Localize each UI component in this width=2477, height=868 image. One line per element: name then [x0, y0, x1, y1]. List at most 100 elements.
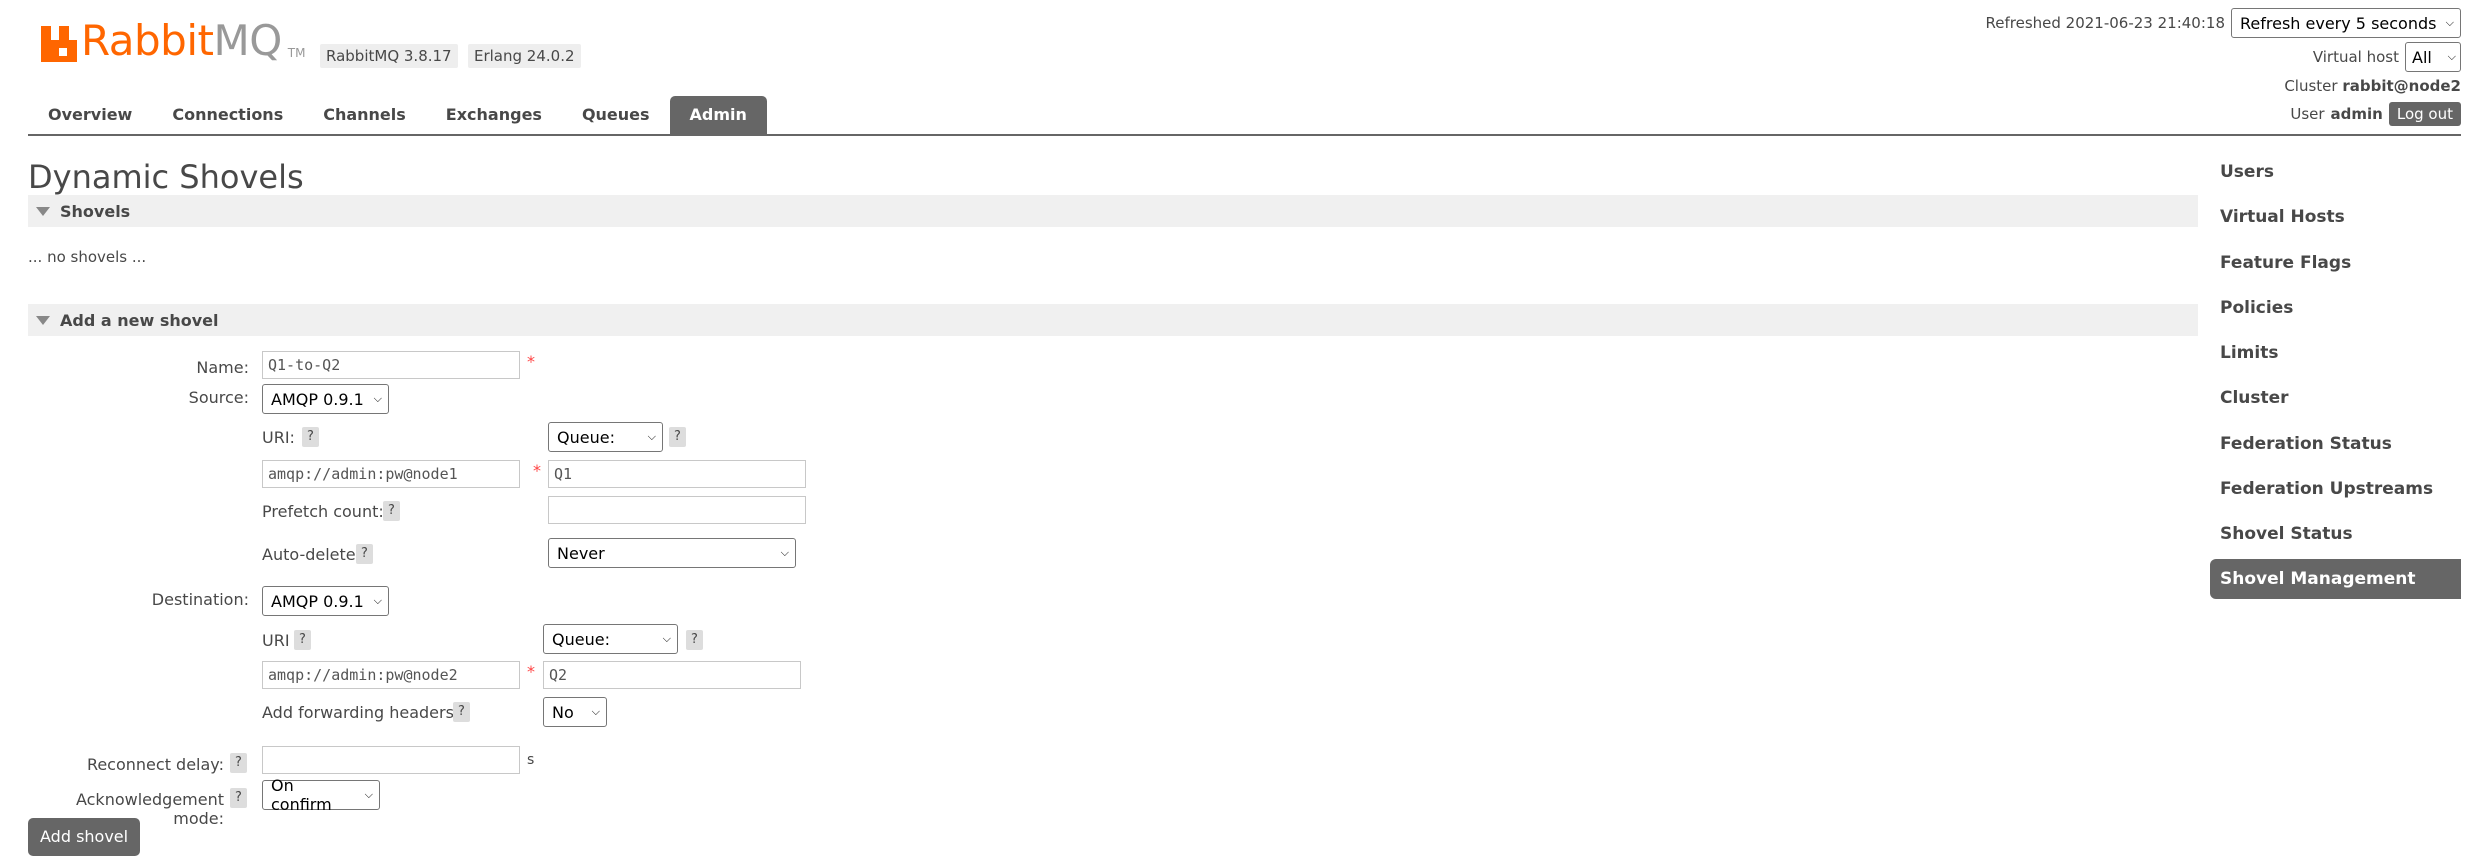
forwarding-headers-label: Add forwarding headers: [262, 703, 460, 722]
tab-queues[interactable]: Queues [562, 96, 670, 134]
logo-wordmark-mq: MQ [213, 16, 282, 65]
rabbitmq-logo-icon [41, 26, 77, 62]
shovels-section-header[interactable]: Shovels [28, 195, 2198, 227]
sidebar-item-cluster[interactable]: Cluster [2210, 378, 2461, 418]
admin-sidebar: Users Virtual Hosts Feature Flags Polici… [2210, 152, 2461, 602]
virtual-host-row: Virtual host All ⌵ [2313, 42, 2461, 72]
help-icon[interactable]: ? [230, 788, 247, 808]
sidebar-item-feature-flags[interactable]: Feature Flags [2210, 243, 2461, 283]
cluster-name: rabbit@node2 [2342, 77, 2461, 95]
destination-label: Destination: [151, 590, 249, 609]
prefetch-count-input[interactable] [548, 496, 806, 524]
help-icon[interactable]: ? [230, 753, 247, 773]
sidebar-item-federation-upstreams[interactable]: Federation Upstreams [2210, 469, 2461, 509]
logo-wordmark: RabbitMQ [81, 20, 282, 62]
destination-queue-input[interactable]: Q2 [543, 661, 801, 689]
required-marker: * [527, 662, 535, 681]
cluster-label: Cluster [2284, 77, 2338, 95]
help-icon[interactable]: ? [453, 702, 470, 722]
user-label: User [2290, 105, 2325, 123]
destination-type-select[interactable]: Queue: ⌵ [543, 624, 678, 654]
auto-delete-value: Never [557, 543, 605, 563]
source-type-value: Queue: [557, 427, 615, 447]
virtual-host-value: All [2412, 47, 2432, 67]
help-icon[interactable]: ? [383, 501, 400, 521]
tab-exchanges[interactable]: Exchanges [426, 96, 562, 134]
refresh-interval-select[interactable]: Refresh every 5 seconds ⌵ [2231, 8, 2461, 38]
source-queue-input[interactable]: Q1 [548, 460, 806, 488]
auto-delete-label: Auto-delete [262, 545, 356, 564]
user-name: admin [2330, 105, 2383, 123]
chevron-down-icon: ⌵ [373, 392, 382, 405]
sidebar-item-policies[interactable]: Policies [2210, 288, 2461, 328]
collapse-triangle-icon [36, 315, 50, 325]
refresh-interval-value: Refresh every 5 seconds [2240, 13, 2437, 33]
add-shovel-button[interactable]: Add shovel [28, 818, 141, 856]
tab-admin[interactable]: Admin [669, 96, 767, 134]
reconnect-delay-unit: s [527, 752, 535, 768]
chevron-down-icon: ⌵ [364, 788, 373, 801]
forwarding-headers-select[interactable]: No ⌵ [543, 697, 607, 727]
chevron-down-icon: ⌵ [647, 430, 656, 443]
chevron-down-icon: ⌵ [780, 546, 789, 559]
logo-wordmark-rabbit: Rabbit [81, 16, 214, 65]
sidebar-item-users[interactable]: Users [2210, 152, 2461, 192]
logo-trademark: TM [287, 46, 306, 60]
virtual-host-label: Virtual host [2312, 48, 2399, 66]
ack-mode-select[interactable]: On confirm ⌵ [262, 776, 380, 814]
source-uri-input[interactable]: amqp://admin:pw@node1 [262, 460, 520, 488]
sidebar-item-shovel-management[interactable]: Shovel Management [2210, 559, 2461, 599]
chevron-down-icon: ⌵ [2445, 16, 2454, 29]
required-marker: * [527, 352, 535, 371]
forwarding-headers-value: No [552, 702, 574, 722]
version-badge: RabbitMQ 3.8.17 [320, 44, 458, 68]
tab-connections[interactable]: Connections [152, 96, 303, 134]
help-icon[interactable]: ? [356, 544, 373, 564]
source-protocol-select[interactable]: AMQP 0.9.1 ⌵ [262, 384, 389, 414]
collapse-triangle-icon [36, 206, 50, 216]
name-input[interactable]: Q1-to-Q2 [262, 351, 520, 379]
chevron-down-icon: ⌵ [373, 594, 382, 607]
add-shovel-section-header[interactable]: Add a new shovel [28, 304, 2198, 336]
chevron-down-icon: ⌵ [2447, 50, 2456, 63]
prefetch-count-label: Prefetch count: [262, 502, 384, 521]
help-icon[interactable]: ? [302, 427, 319, 447]
destination-uri-input[interactable]: amqp://admin:pw@node2 [262, 661, 520, 689]
no-shovels-message: ... no shovels ... [28, 248, 147, 266]
rabbitmq-logo: RabbitMQ TM [41, 20, 305, 62]
page-title: Dynamic Shovels [28, 158, 304, 196]
user-info: User admin Log out [2290, 102, 2461, 126]
source-label: Source: [188, 388, 249, 407]
add-shovel-section-title: Add a new shovel [60, 310, 219, 330]
main-tabs: Overview Connections Channels Exchanges … [28, 96, 767, 134]
sidebar-item-virtual-hosts[interactable]: Virtual Hosts [2210, 197, 2461, 237]
refresh-row: Refreshed 2021-06-23 21:40:18 Refresh ev… [1986, 8, 2461, 38]
shovels-section-title: Shovels [60, 201, 131, 221]
help-icon[interactable]: ? [294, 630, 311, 650]
sidebar-item-limits[interactable]: Limits [2210, 333, 2461, 373]
help-icon[interactable]: ? [686, 630, 703, 650]
tab-divider [28, 134, 2461, 136]
chevron-down-icon: ⌵ [591, 705, 600, 718]
virtual-host-select[interactable]: All ⌵ [2405, 42, 2461, 72]
ack-mode-value: On confirm [271, 776, 332, 814]
auto-delete-select[interactable]: Never ⌵ [548, 538, 796, 568]
required-marker: * [533, 461, 541, 480]
erlang-badge: Erlang 24.0.2 [468, 44, 581, 68]
tab-overview[interactable]: Overview [28, 96, 152, 134]
destination-uri-label: URI [262, 631, 290, 650]
tab-channels[interactable]: Channels [303, 96, 426, 134]
source-type-select[interactable]: Queue: ⌵ [548, 422, 663, 452]
source-uri-label: URI: [262, 428, 295, 447]
destination-protocol-select[interactable]: AMQP 0.9.1 ⌵ [262, 586, 389, 616]
sidebar-item-federation-status[interactable]: Federation Status [2210, 424, 2461, 464]
sidebar-item-shovel-status[interactable]: Shovel Status [2210, 514, 2461, 554]
destination-protocol-value: AMQP 0.9.1 [271, 591, 364, 611]
help-icon[interactable]: ? [669, 427, 686, 447]
reconnect-delay-input[interactable] [262, 746, 520, 774]
chevron-down-icon: ⌵ [662, 632, 671, 645]
refreshed-timestamp: Refreshed 2021-06-23 21:40:18 [1985, 14, 2225, 32]
cluster-info: Cluster rabbit@node2 [2284, 77, 2461, 95]
logout-button[interactable]: Log out [2388, 102, 2461, 126]
source-protocol-value: AMQP 0.9.1 [271, 389, 364, 409]
